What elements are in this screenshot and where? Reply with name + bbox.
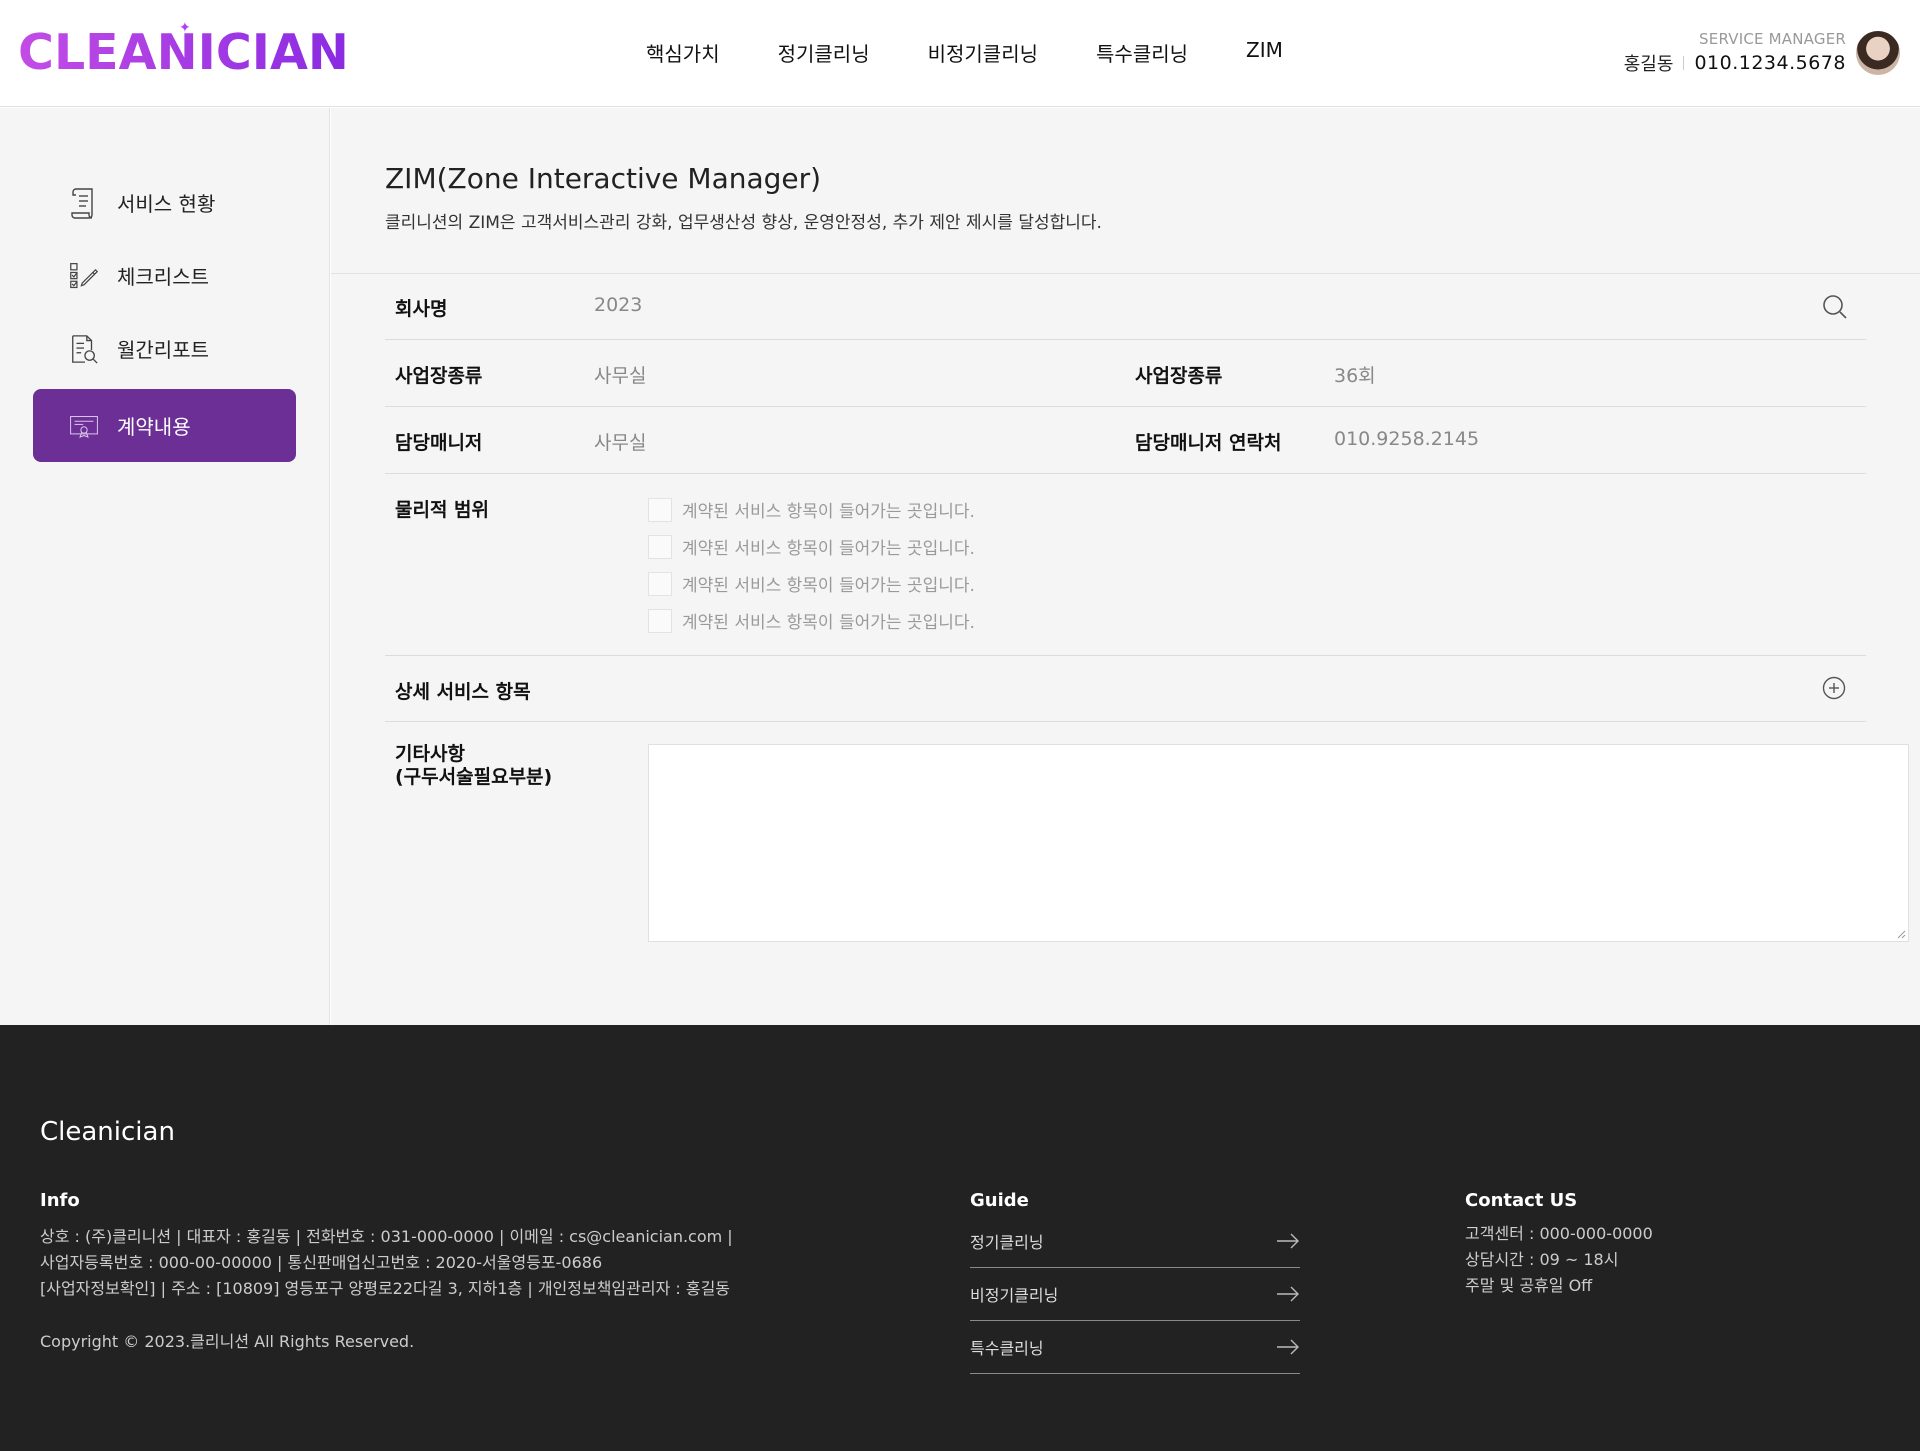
footer-brand: Cleanician — [40, 1117, 175, 1147]
document-list-icon — [69, 186, 99, 220]
search-icon[interactable] — [1822, 294, 1848, 324]
scope-check-item[interactable]: 계약된 서비스 항목이 들어가는 곳입니다. — [648, 608, 975, 633]
avatar[interactable] — [1856, 31, 1900, 75]
manager-contact-label: 담당매니저 연락처 — [1135, 432, 1282, 454]
footer-info: 상호 : (주)클리니션 | 대표자 : 홍길동 | 전화번호 : 031-00… — [40, 1224, 733, 1302]
sidebar-item-contract[interactable]: 계약내용 — [33, 389, 296, 462]
workplace-type-row: 사업장종류 사무실 사업장종류 36회 — [385, 340, 1866, 407]
etc-label-line2: (구두서술필요부분) — [395, 766, 553, 788]
report-search-icon — [69, 332, 99, 366]
contact-line: 상담시간 : 09 ~ 18시 — [1465, 1250, 1619, 1269]
resize-handle-icon[interactable] — [1896, 929, 1906, 939]
main-content: ZIM(Zone Interactive Manager) 클리니션의 ZIM은… — [331, 108, 1920, 1025]
manager-name: 홍길동 — [1623, 54, 1674, 75]
logo[interactable]: CLEANICIAN ✦ — [18, 20, 349, 81]
manager-phone: 010.1234.5678 — [1694, 52, 1846, 74]
site-footer: Cleanician Info 상호 : (주)클리니션 | 대표자 : 홍길동… — [0, 1025, 1920, 1451]
scope-check-text: 계약된 서비스 항목이 들어가는 곳입니다. — [682, 576, 975, 596]
company-value: 2023 — [594, 294, 643, 316]
etc-label-line1: 기타사항 — [395, 743, 465, 765]
scope-check-text: 계약된 서비스 항목이 들어가는 곳입니다. — [682, 539, 975, 559]
expand-plus-icon[interactable] — [1822, 676, 1846, 704]
scope-check-text: 계약된 서비스 항목이 들어가는 곳입니다. — [682, 502, 975, 522]
sidebar-item-checklist[interactable]: 체크리스트 — [33, 239, 296, 312]
guide-link-special[interactable]: 특수클리닝 — [970, 1321, 1300, 1374]
footer-contact-title: Contact US — [1465, 1190, 1578, 1211]
contact-line: 주말 및 공휴일 Off — [1465, 1276, 1593, 1295]
footer-info-line: 상호 : (주)클리니션 | 대표자 : 홍길동 | 전화번호 : 031-00… — [40, 1227, 733, 1246]
sidebar: 서비스 현황 체크리스트 월간리포트 계약내용 — [0, 108, 330, 1025]
scope-check-item[interactable]: 계약된 서비스 항목이 들어가는 곳입니다. — [648, 497, 975, 522]
workplace-count-value: 36회 — [1334, 365, 1376, 387]
scope-check-item[interactable]: 계약된 서비스 항목이 들어가는 곳입니다. — [648, 534, 975, 559]
contract-certificate-icon — [69, 409, 99, 443]
manager-role: SERVICE MANAGER — [1699, 30, 1846, 48]
etc-textarea[interactable] — [648, 744, 1909, 942]
site-header: CLEANICIAN ✦ 핵심가치 정기클리닝 비정기클리닝 특수클리닝 ZIM… — [0, 0, 1920, 107]
physical-scope-label: 물리적 범위 — [395, 499, 490, 521]
sidebar-item-monthly-report[interactable]: 월간리포트 — [33, 312, 296, 385]
main-nav: 핵심가치 정기클리닝 비정기클리닝 특수클리닝 ZIM — [646, 38, 1283, 67]
manager-contact-value: 010.9258.2145 — [1334, 428, 1480, 450]
sidebar-item-label: 월간리포트 — [117, 338, 209, 362]
footer-info-line: 사업자등록번호 : 000-00-00000 | 통신판매업신고번호 : 202… — [40, 1253, 603, 1272]
company-row: 회사명 2023 — [385, 274, 1866, 340]
etc-row: 기타사항 (구두서술필요부분) — [385, 722, 1909, 964]
contact-line: 고객센터 : 000-000-0000 — [1465, 1224, 1653, 1243]
arrow-right-icon — [1277, 1233, 1299, 1249]
workplace-type-value: 사무실 — [594, 365, 647, 387]
footer-info-title: Info — [40, 1190, 80, 1211]
sidebar-item-label: 체크리스트 — [117, 265, 209, 289]
guide-link-regular[interactable]: 정기클리닝 — [970, 1215, 1300, 1268]
footer-contact: 고객센터 : 000-000-0000 상담시간 : 09 ~ 18시 주말 및… — [1465, 1221, 1653, 1299]
sidebar-item-label: 서비스 현황 — [117, 192, 216, 216]
arrow-right-icon — [1277, 1339, 1299, 1355]
checklist-pen-icon — [69, 259, 99, 293]
nav-core-value[interactable]: 핵심가치 — [646, 38, 720, 67]
guide-link-label: 특수클리닝 — [970, 1339, 1044, 1358]
service-manager-info: SERVICE MANAGER 홍길동 010.1234.5678 — [1624, 30, 1846, 76]
detail-service-row[interactable]: 상세 서비스 항목 — [385, 656, 1866, 722]
guide-link-label: 비정기클리닝 — [970, 1286, 1059, 1305]
logo-sparkle-icon: ✦ — [179, 20, 191, 36]
workplace-type-label: 사업장종류 — [395, 365, 483, 387]
scope-check-item[interactable]: 계약된 서비스 항목이 들어가는 곳입니다. — [648, 571, 975, 596]
manager-label: 담당매니저 — [395, 432, 483, 454]
footer-info-line: [사업자정보확인] | 주소 : [10809] 영등포구 양평로22다길 3,… — [40, 1279, 731, 1298]
page-title: ZIM(Zone Interactive Manager) — [385, 162, 822, 195]
nav-zim[interactable]: ZIM — [1246, 38, 1283, 67]
footer-guide-title: Guide — [970, 1190, 1029, 1211]
manager-value: 사무실 — [594, 432, 647, 454]
manager-contact-line: 홍길동 010.1234.5678 — [1624, 50, 1846, 76]
guide-link-label: 정기클리닝 — [970, 1233, 1044, 1252]
physical-scope-row: 물리적 범위 계약된 서비스 항목이 들어가는 곳입니다. 계약된 서비스 항목… — [385, 474, 1866, 656]
sidebar-item-service-status[interactable]: 서비스 현황 — [33, 166, 296, 239]
detail-service-label: 상세 서비스 항목 — [395, 681, 531, 703]
nav-irregular-cleaning[interactable]: 비정기클리닝 — [928, 38, 1038, 67]
copyright: Copyright © 2023.클리니션 All Rights Reserve… — [40, 1332, 415, 1351]
checkbox[interactable] — [648, 608, 672, 633]
checkbox[interactable] — [648, 571, 672, 596]
guide-link-irregular[interactable]: 비정기클리닝 — [970, 1268, 1300, 1321]
manager-divider — [1683, 56, 1685, 70]
manager-row: 담당매니저 사무실 담당매니저 연락처 010.9258.2145 — [385, 407, 1866, 474]
arrow-right-icon — [1277, 1286, 1299, 1302]
sidebar-item-label: 계약내용 — [117, 415, 191, 439]
checkbox[interactable] — [648, 497, 672, 522]
etc-label: 기타사항 (구두서술필요부분) — [395, 743, 552, 789]
scope-check-text: 계약된 서비스 항목이 들어가는 곳입니다. — [682, 613, 975, 633]
company-label: 회사명 — [395, 298, 448, 320]
workplace-type-label-right: 사업장종류 — [1135, 365, 1223, 387]
nav-regular-cleaning[interactable]: 정기클리닝 — [778, 38, 870, 67]
page-description: 클리니션의 ZIM은 고객서비스관리 강화, 업무생산성 향상, 운영안정성, … — [385, 213, 1102, 233]
checkbox[interactable] — [648, 534, 672, 559]
nav-special-cleaning[interactable]: 특수클리닝 — [1096, 38, 1188, 67]
